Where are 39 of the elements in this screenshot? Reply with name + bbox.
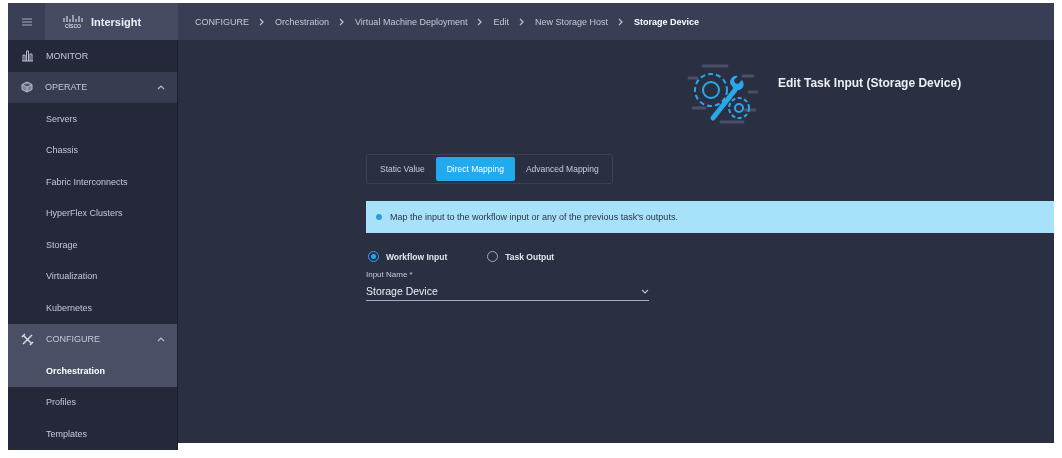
chevron-up-icon[interactable] [157, 336, 165, 342]
nav-item[interactable]: Virtualization [8, 260, 177, 292]
nav-item[interactable]: Chassis [8, 134, 177, 166]
nav-item[interactable]: Storage [8, 229, 177, 261]
field-label: Input Name * [366, 270, 414, 279]
nav-item[interactable]: Kubernetes [8, 292, 177, 324]
breadcrumb-current: Storage Device [634, 16, 699, 27]
input-name-dropdown[interactable]: Storage Device [366, 283, 649, 301]
breadcrumb-link[interactable]: New Storage Host [534, 16, 608, 27]
radio-label[interactable]: Workflow Input [386, 251, 448, 262]
tab[interactable]: Advanced Mapping [514, 157, 610, 181]
nav-section[interactable]: MONITOR [46, 50, 165, 61]
dialog-title: Edit Task Input (Storage Device) [778, 76, 962, 92]
breadcrumb-link[interactable]: Edit [493, 16, 509, 27]
chevron-right-icon [477, 17, 484, 26]
app-name: Intersight [91, 15, 142, 28]
chevron-down-icon [641, 288, 649, 294]
breadcrumb-link[interactable]: Virtual Machine Deployment [355, 16, 468, 27]
chevron-right-icon [259, 17, 265, 26]
nav-item[interactable]: Profiles [8, 386, 177, 418]
breadcrumb-link[interactable]: CONFIGURE [195, 16, 249, 27]
cube-icon [21, 81, 33, 94]
chevron-right-icon [618, 17, 624, 26]
chart-icon [21, 49, 34, 63]
tab[interactable]: Static Value [369, 157, 436, 181]
tools-icon [21, 332, 34, 346]
breadcrumb-link[interactable]: Orchestration [275, 16, 330, 27]
nav-item[interactable]: Templates [8, 418, 177, 450]
nav-item[interactable]: Fabric Interconnects [8, 166, 177, 198]
radio-label[interactable]: Task Output [505, 251, 555, 262]
nav-item[interactable]: HyperFlex Clusters [8, 197, 177, 229]
nav-item[interactable]: Servers [8, 103, 177, 135]
nav-item[interactable]: Orchestration [8, 355, 177, 387]
chevron-up-icon[interactable] [157, 84, 165, 90]
logo-bars-icon [63, 14, 83, 22]
info-text: Map the input to the workflow input or any of the previous task's outputs. [390, 212, 678, 222]
chevron-right-icon [339, 17, 346, 26]
chevron-right-icon [518, 17, 525, 26]
info-dot-icon [376, 214, 382, 220]
